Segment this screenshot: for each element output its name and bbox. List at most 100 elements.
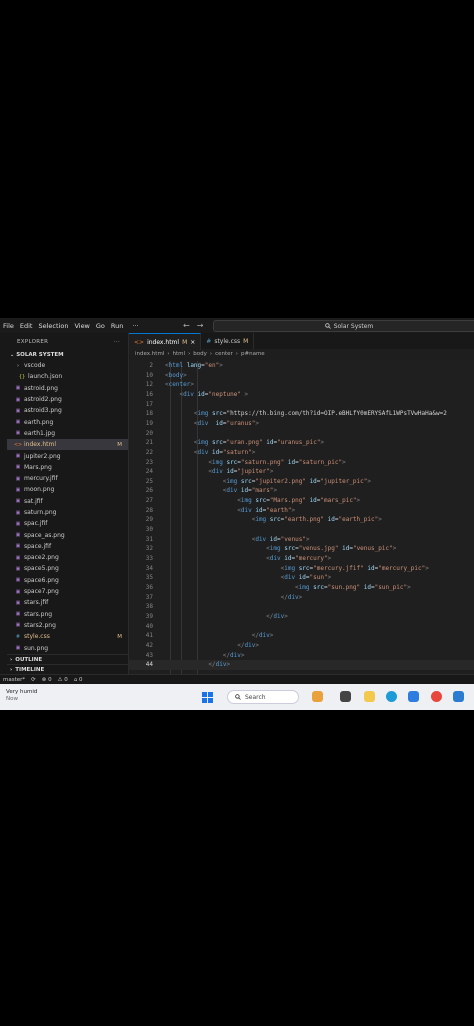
- code-line[interactable]: 26 <div id="mars">: [129, 486, 474, 496]
- sync-icon[interactable]: ⟳: [31, 677, 36, 683]
- file-tree-item[interactable]: ▣ astroid2.png: [7, 394, 128, 405]
- code-line[interactable]: 2 <html lang="en">: [129, 361, 474, 371]
- code-line[interactable]: 43 </div>: [129, 651, 474, 661]
- file-tree-item[interactable]: › vscode: [7, 360, 128, 371]
- weather-widget[interactable]: Very humid Now: [6, 689, 37, 703]
- file-tree-item[interactable]: ▣ sun.png: [7, 642, 128, 653]
- code-line[interactable]: 17: [129, 400, 474, 410]
- file-tree-item[interactable]: ▣ moon.png: [7, 484, 128, 495]
- store-icon[interactable]: [408, 691, 419, 702]
- code-line[interactable]: 37 </div>: [129, 593, 474, 603]
- code-line[interactable]: 22 <div id="saturn">: [129, 448, 474, 458]
- code-line[interactable]: 12 <center>: [129, 380, 474, 390]
- tab-style-css[interactable]: # style.css M: [201, 333, 255, 349]
- file-tree-item[interactable]: ▣ jupiter2.png: [7, 450, 128, 461]
- git-branch[interactable]: master*: [3, 677, 25, 683]
- code-line[interactable]: 23 <img src="saturn.png" id="saturn_pic"…: [129, 458, 474, 468]
- code-editor[interactable]: 2 <html lang="en"> 10 <body> 12 <center> 16 <d…: [129, 361, 474, 683]
- file-tree-item[interactable]: ▣ sat.jfif: [7, 496, 128, 507]
- code-line[interactable]: 19 <div id="uranus">: [129, 419, 474, 429]
- file-tree-item[interactable]: ▣ stars.png: [7, 609, 128, 620]
- file-tree-item[interactable]: ▣ astroid.png: [7, 383, 128, 394]
- file-tree-item[interactable]: ▣ astroid3.png: [7, 405, 128, 416]
- task-view-icon[interactable]: [340, 691, 351, 702]
- vscode-taskbar-icon[interactable]: [453, 691, 464, 702]
- menu-selection[interactable]: Selection: [35, 322, 71, 330]
- breadcrumb-item[interactable]: index.html: [135, 351, 164, 357]
- file-tree-item[interactable]: {} launch.json: [7, 371, 128, 382]
- code-line[interactable]: 25 <img src="jupiter2.png" id="jupiter_p…: [129, 477, 474, 487]
- taskbar-search[interactable]: Search: [227, 690, 299, 704]
- file-tree-item[interactable]: ▣ space6.png: [7, 575, 128, 586]
- file-tree-item[interactable]: ▣ stars2.png: [7, 620, 128, 631]
- menu-edit[interactable]: Edit: [17, 322, 36, 330]
- tab-label: style.css: [214, 337, 241, 345]
- code-line[interactable]: 33 <div id="mercury">: [129, 554, 474, 564]
- code-line[interactable]: 31 <div id="venus">: [129, 535, 474, 545]
- forward-icon[interactable]: →: [197, 321, 204, 330]
- code-line[interactable]: 32 <img src="venus.jpg" id="venus_pic">: [129, 544, 474, 554]
- file-tree-item[interactable]: ▣ mercury.jfif: [7, 473, 128, 484]
- code-line[interactable]: 20: [129, 429, 474, 439]
- file-tree-item[interactable]: ▣ space2.png: [7, 552, 128, 563]
- code-text: </div>: [222, 651, 245, 659]
- code-line[interactable]: 16 <div id="neptune" >: [129, 390, 474, 400]
- menu-go[interactable]: Go: [93, 322, 108, 330]
- breadcrumb-item[interactable]: body: [193, 351, 207, 357]
- menu-view[interactable]: View: [71, 322, 92, 330]
- file-tree-item[interactable]: ▣ saturn.png: [7, 507, 128, 518]
- code-line[interactable]: 27 <img src="Mars.png" id="mars_pic">: [129, 496, 474, 506]
- explorer-more-button[interactable]: ···: [114, 339, 120, 345]
- windows-start-icon[interactable]: [202, 692, 213, 703]
- code-line[interactable]: 44 </div>: [129, 660, 474, 670]
- code-line[interactable]: 42 </div>: [129, 641, 474, 651]
- code-line[interactable]: 29 <img src="earth.png" id="earth_pic">: [129, 515, 474, 525]
- ports-count[interactable]: ⌂ 0: [74, 677, 83, 683]
- line-number: 42: [145, 641, 153, 649]
- file-tree-item[interactable]: ▣ space_as.png: [7, 529, 128, 540]
- code-line[interactable]: 39 </div>: [129, 612, 474, 622]
- back-icon[interactable]: ←: [183, 321, 190, 330]
- errors-count[interactable]: ⊗ 0: [42, 677, 52, 683]
- image-file-icon: ▣: [15, 385, 21, 392]
- close-icon[interactable]: ×: [190, 339, 195, 346]
- file-tree-item[interactable]: # style.css M: [7, 631, 128, 642]
- breadcrumb-item[interactable]: p#name: [241, 351, 265, 357]
- breadcrumb-item[interactable]: html: [173, 351, 186, 357]
- tab-index-html[interactable]: <> index.html M ×: [129, 333, 202, 350]
- chrome-icon[interactable]: [431, 691, 442, 702]
- file-tree-item[interactable]: ▣ earth.png: [7, 416, 128, 427]
- file-tree-item[interactable]: ▣ space7.png: [7, 586, 128, 597]
- file-tree-item[interactable]: ▣ stars.jfif: [7, 597, 128, 608]
- code-line[interactable]: 24 <div id="jupiter">: [129, 467, 474, 477]
- file-tree-item[interactable]: ▣ spac.jfif: [7, 518, 128, 529]
- code-line[interactable]: 10 <body>: [129, 371, 474, 381]
- menu-more-button[interactable]: ···: [126, 322, 144, 330]
- file-tree-item[interactable]: <> index.html M: [7, 439, 128, 451]
- menu-run[interactable]: Run: [108, 322, 126, 330]
- code-line[interactable]: 18 <img src="https://th.bing.com/th?id=O…: [129, 409, 474, 419]
- command-center-search[interactable]: Solar System: [213, 320, 474, 332]
- menu-file[interactable]: File: [0, 322, 17, 330]
- code-line[interactable]: 38: [129, 602, 474, 612]
- warnings-count[interactable]: ⚠ 0: [58, 677, 68, 683]
- code-line[interactable]: 34 <img src="mercury.jfif" id="mercury_p…: [129, 564, 474, 574]
- file-tree-item[interactable]: ▣ space.jfif: [7, 541, 128, 552]
- workspace-folder[interactable]: ⌄ SOLAR SYSTEM: [7, 350, 128, 360]
- widgets-icon[interactable]: [312, 691, 323, 702]
- code-line[interactable]: 30: [129, 525, 474, 535]
- edge-icon[interactable]: [386, 691, 397, 702]
- code-line[interactable]: 28 <div id="earth">: [129, 506, 474, 516]
- code-line[interactable]: 21 <img src="uran.png" id="uranus_pic">: [129, 438, 474, 448]
- code-line[interactable]: 36 <img src="sun.png" id="sun_pic">: [129, 583, 474, 593]
- file-explorer-icon[interactable]: [364, 691, 375, 702]
- file-tree-item[interactable]: ▣ space5.png: [7, 563, 128, 574]
- code-text: <div id="sun">: [280, 574, 332, 582]
- code-line[interactable]: 41 </div>: [129, 631, 474, 641]
- file-tree-item[interactable]: ▣ earth1.jpg: [7, 428, 128, 439]
- breadcrumb-item[interactable]: center: [215, 351, 233, 357]
- code-line[interactable]: 35 <div id="sun">: [129, 573, 474, 583]
- chevron-right-icon: ›: [188, 351, 191, 357]
- code-line[interactable]: 40: [129, 622, 474, 632]
- file-tree-item[interactable]: ▣ Mars.png: [7, 462, 128, 473]
